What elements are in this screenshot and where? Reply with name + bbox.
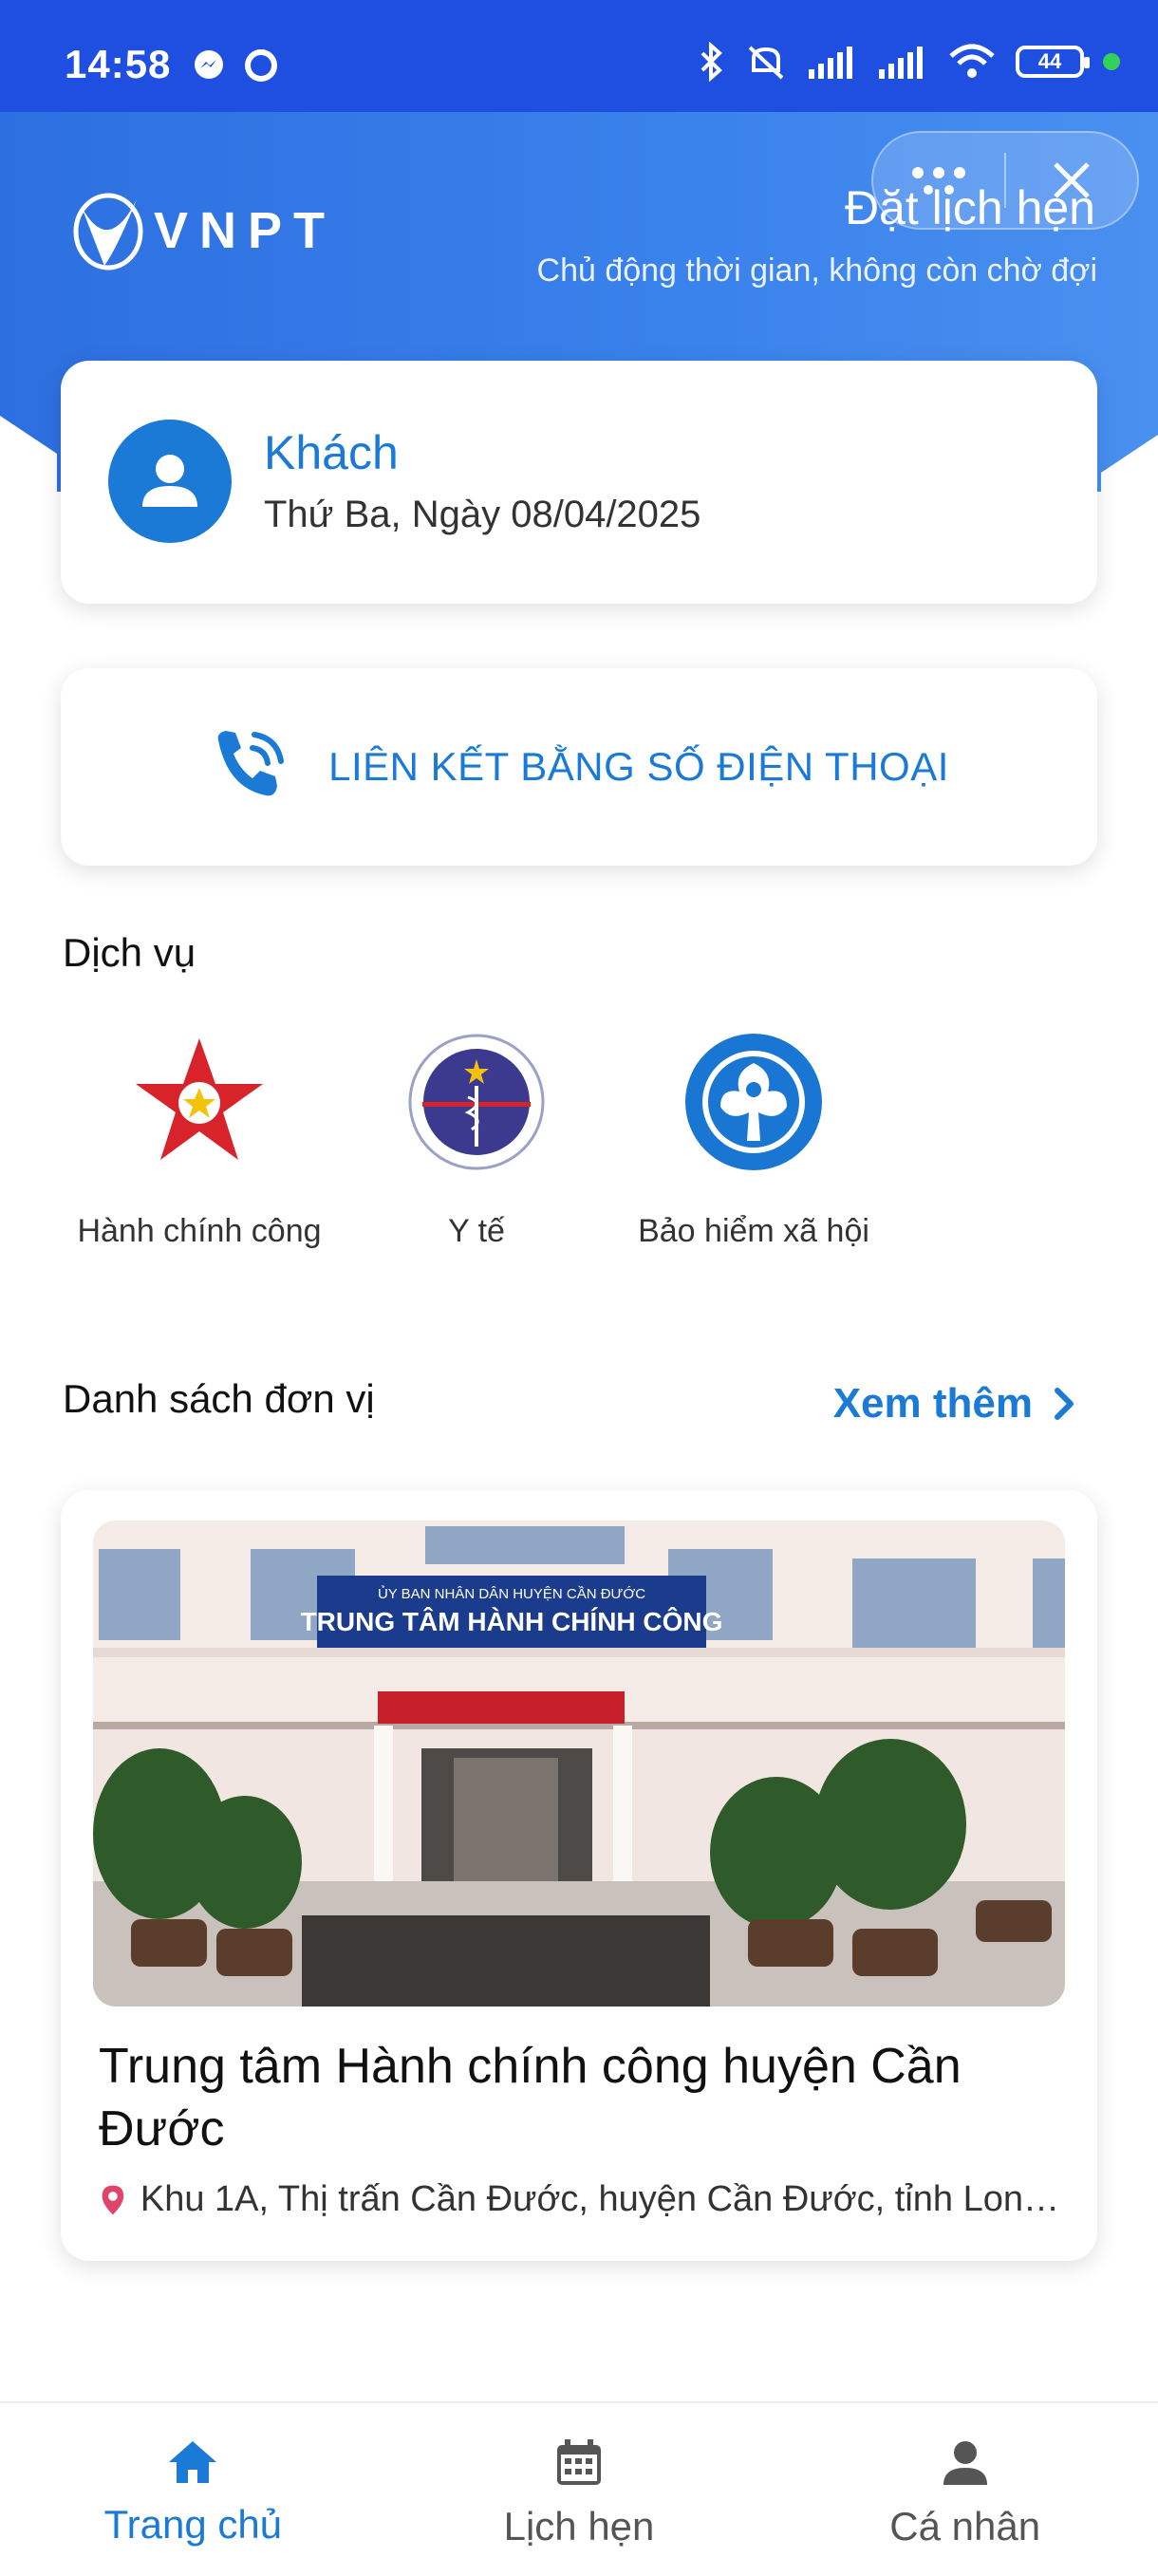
unit-address: Khu 1A, Thị trấn Cần Đước, huyện Cần Đướ…	[101, 2179, 1059, 2220]
vnpt-logo: VNPT	[70, 190, 336, 271]
bottom-nav: Trang chủ Lịch hẹn Cá nhân	[0, 2401, 1158, 2576]
person-icon	[943, 2441, 987, 2485]
phone-ring-icon	[217, 731, 285, 796]
ministry-of-health-icon	[408, 1034, 545, 1170]
building-image: ỦY BAN NHÂN DÂN HUYỆN CẦN ĐƯỚC TRUNG TÂM…	[93, 1521, 1065, 2007]
page-subtitle: Chủ động thời gian, không còn chờ đợi	[536, 252, 1097, 289]
signal-icon	[809, 47, 852, 79]
user-card[interactable]: Khách Thứ Ba, Ngày 08/04/2025	[61, 361, 1097, 604]
see-more-link[interactable]: Xem thêm	[833, 1380, 1078, 1428]
bluetooth-icon	[700, 42, 722, 82]
user-icon	[142, 455, 197, 507]
status-bar: 14:58 44	[0, 0, 1158, 112]
sign-big-text: TRUNG TÂM HÀNH CHÍNH CÔNG	[301, 1606, 723, 1636]
avatar	[108, 420, 232, 543]
service-label: Bảo hiểm xã hội	[638, 1213, 869, 1249]
sign-small-text: ỦY BAN NHÂN DÂN HUYỆN CẦN ĐƯỚC	[378, 1585, 645, 1602]
privacy-dot	[1103, 53, 1120, 70]
status-time: 14:58	[65, 42, 172, 86]
user-name: Khách	[264, 426, 399, 479]
services-list: Hành chính công Y tế Bảo hiểm xã hội	[61, 1031, 892, 1257]
mini-app-capsule	[871, 131, 1139, 230]
more-options-button[interactable]	[873, 161, 1004, 199]
nav-label: Trang chủ	[103, 2502, 283, 2547]
service-label: Y tế	[448, 1213, 505, 1249]
logo-text: VNPT	[154, 202, 337, 259]
unit-card[interactable]: ỦY BAN NHÂN DÂN HUYỆN CẦN ĐƯỚC TRUNG TÂM…	[61, 1490, 1097, 2261]
messenger-icon	[195, 50, 223, 79]
calendar-icon	[557, 2439, 601, 2485]
more-dots-icon	[912, 167, 965, 195]
service-health[interactable]: Y tế	[338, 1031, 615, 1257]
location-pin-icon	[102, 2185, 124, 2214]
vnpt-logo-icon	[73, 193, 143, 271]
nav-label: Lịch hẹn	[503, 2504, 655, 2548]
current-date: Thứ Ba, Ngày 08/04/2025	[264, 494, 701, 535]
status-notification-icons	[192, 47, 279, 84]
battery-indicator: 44	[1016, 46, 1090, 78]
units-title: Danh sách đơn vị	[63, 1376, 375, 1421]
service-public-administration[interactable]: Hành chính công	[61, 1031, 338, 1257]
see-more-label: Xem thêm	[832, 1380, 1033, 1427]
circle-app-icon	[245, 49, 277, 82]
services-title: Dịch vụ	[63, 930, 196, 975]
link-phone-button[interactable]: LIÊN KẾT BẰNG SỐ ĐIỆN THOẠI	[61, 668, 1097, 866]
close-icon	[1054, 162, 1090, 198]
link-phone-label: LIÊN KẾT BẰNG SỐ ĐIỆN THOẠI	[328, 744, 949, 789]
close-button[interactable]	[1006, 159, 1137, 202]
home-icon	[169, 2441, 217, 2483]
nav-label: Cá nhân	[889, 2504, 1041, 2548]
chevron-right-icon	[1055, 1388, 1074, 1420]
unit-photo: ỦY BAN NHÂN DÂN HUYỆN CẦN ĐƯỚC TRUNG TÂM…	[93, 1521, 1065, 2007]
service-social-insurance[interactable]: Bảo hiểm xã hội	[615, 1031, 892, 1257]
unit-name: Trung tâm Hành chính công huyện Cần Đước	[99, 2039, 962, 2156]
signal-icon-2	[879, 47, 923, 79]
nav-profile[interactable]: Cá nhân	[772, 2403, 1158, 2576]
public-administration-icon	[136, 1038, 263, 1160]
status-system-icons: 44	[697, 42, 1120, 82]
unit-address-text: Khu 1A, Thị trấn Cần Đước, huyện Cần Đướ…	[140, 2179, 1059, 2219]
nav-home[interactable]: Trang chủ	[0, 2403, 386, 2576]
nav-appointments[interactable]: Lịch hẹn	[386, 2403, 773, 2576]
social-insurance-icon	[685, 1034, 822, 1170]
service-label: Hành chính công	[77, 1213, 322, 1249]
mute-icon	[748, 46, 784, 80]
wifi-icon	[949, 44, 995, 78]
